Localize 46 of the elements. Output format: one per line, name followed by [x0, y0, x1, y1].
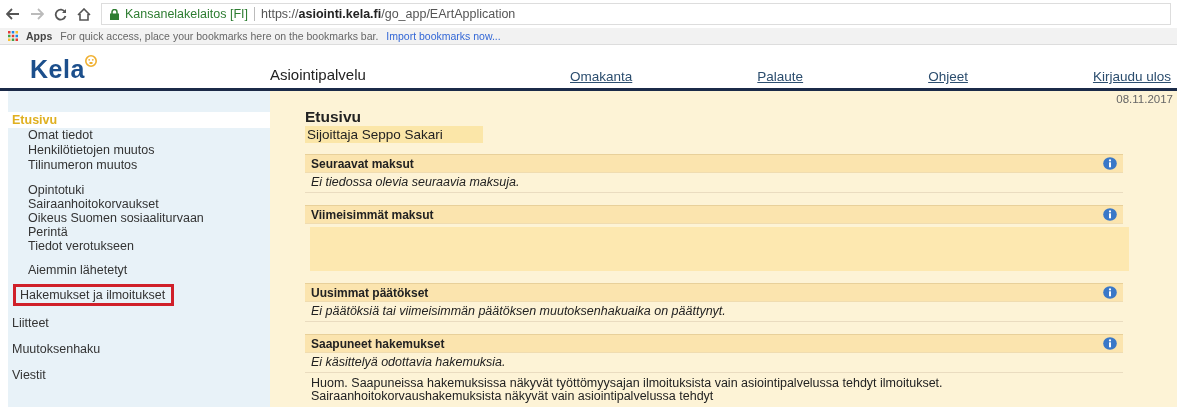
header-link[interactable]: Kirjaudu ulos: [1092, 69, 1171, 84]
site-name: Kansanelakelaitos [FI]: [125, 7, 248, 21]
sidebar-item[interactable]: Hakemukset ja ilmoitukset: [16, 287, 172, 303]
sidebar-subitem[interactable]: Perintä: [28, 225, 208, 239]
page-heading: Etusivu: [305, 108, 362, 126]
import-bookmarks-link[interactable]: Import bookmarks now...: [386, 30, 501, 42]
sidebar-item[interactable]: Viestit: [8, 367, 54, 383]
section-message: Ei tiedossa olevia seuraavia maksuja.: [305, 173, 1123, 193]
header-link[interactable]: Omakanta: [570, 69, 633, 84]
info-icon[interactable]: [1103, 208, 1117, 221]
sidebar-subitem[interactable]: Tilinumeron muutos: [28, 158, 208, 173]
section-title: Saapuneet hakemukset: [311, 336, 445, 351]
section-title: Viimeisimmät maksut: [311, 207, 434, 222]
sidebar-subitem[interactable]: Aiemmin lähetetyt: [28, 263, 208, 277]
lock-icon: [110, 8, 119, 20]
bookmarks-hint: For quick access, place your bookmarks here on the bookmarks bar.: [60, 30, 379, 42]
sidebar-item[interactable]: Muutoksenhaku: [8, 341, 109, 357]
apps-grid-icon[interactable]: [8, 31, 18, 41]
user-name: Sijoittaja Seppo Sakari: [305, 126, 483, 143]
section-title: Seuraavat maksut: [311, 156, 414, 171]
section-message: Ei päätöksiä tai viimeisimmän päätöksen muutoksenhakuaika on päättynyt.: [305, 302, 1123, 322]
apps-link[interactable]: Apps: [26, 30, 53, 42]
info-icon[interactable]: [1103, 337, 1117, 350]
sidebar-subitem[interactable]: Henkilötietojen muutos: [28, 143, 208, 158]
back-icon[interactable]: [6, 8, 20, 20]
reload-icon[interactable]: [54, 7, 67, 21]
sidebar-subitem[interactable]: Opintotuki: [28, 183, 208, 197]
info-icon[interactable]: [1103, 286, 1117, 299]
sidebar-subitem[interactable]: Sairaanhoitokorvaukset: [28, 197, 208, 211]
header-link[interactable]: Palaute: [757, 69, 804, 84]
url-text: https://asiointi.kela.fi/go_app/EArtApplication: [261, 7, 516, 21]
sidebar-subitem[interactable]: Omat tiedot: [28, 128, 208, 143]
home-icon[interactable]: [77, 7, 91, 21]
smiley-icon: [84, 55, 97, 67]
kela-logo[interactable]: Kela: [30, 55, 85, 84]
note-text: Huom. Saapuneissa hakemuksissa näkyvät työttömyysajan ilmoituksista vain asiointipalvelussa tehdyt ilmoitukset. Sairaanhoitokorvaushakemuksista näkyvät vain asiointipalvelussa tehdyt: [310, 377, 944, 403]
sidebar-subitem[interactable]: Tiedot verotukseen: [28, 239, 208, 253]
service-title: Asiointipalvelu: [270, 66, 367, 85]
section-message: Ei käsittelyä odottavia hakemuksia.: [305, 353, 1123, 373]
address-bar[interactable]: Kansanelakelaitos [FI] https://asiointi.kela.fi/go_app/EArtApplication: [101, 3, 1171, 25]
section-title: Uusimmat päätökset: [311, 285, 429, 300]
info-icon[interactable]: [1103, 157, 1117, 170]
sidebar-item[interactable]: Liitteet: [8, 315, 57, 331]
sidebar-subitem[interactable]: Oikeus Suomen sosiaaliturvaan: [28, 211, 208, 225]
date-text: 08.11.2017: [1115, 93, 1173, 106]
header-link[interactable]: Ohjeet: [928, 69, 968, 84]
